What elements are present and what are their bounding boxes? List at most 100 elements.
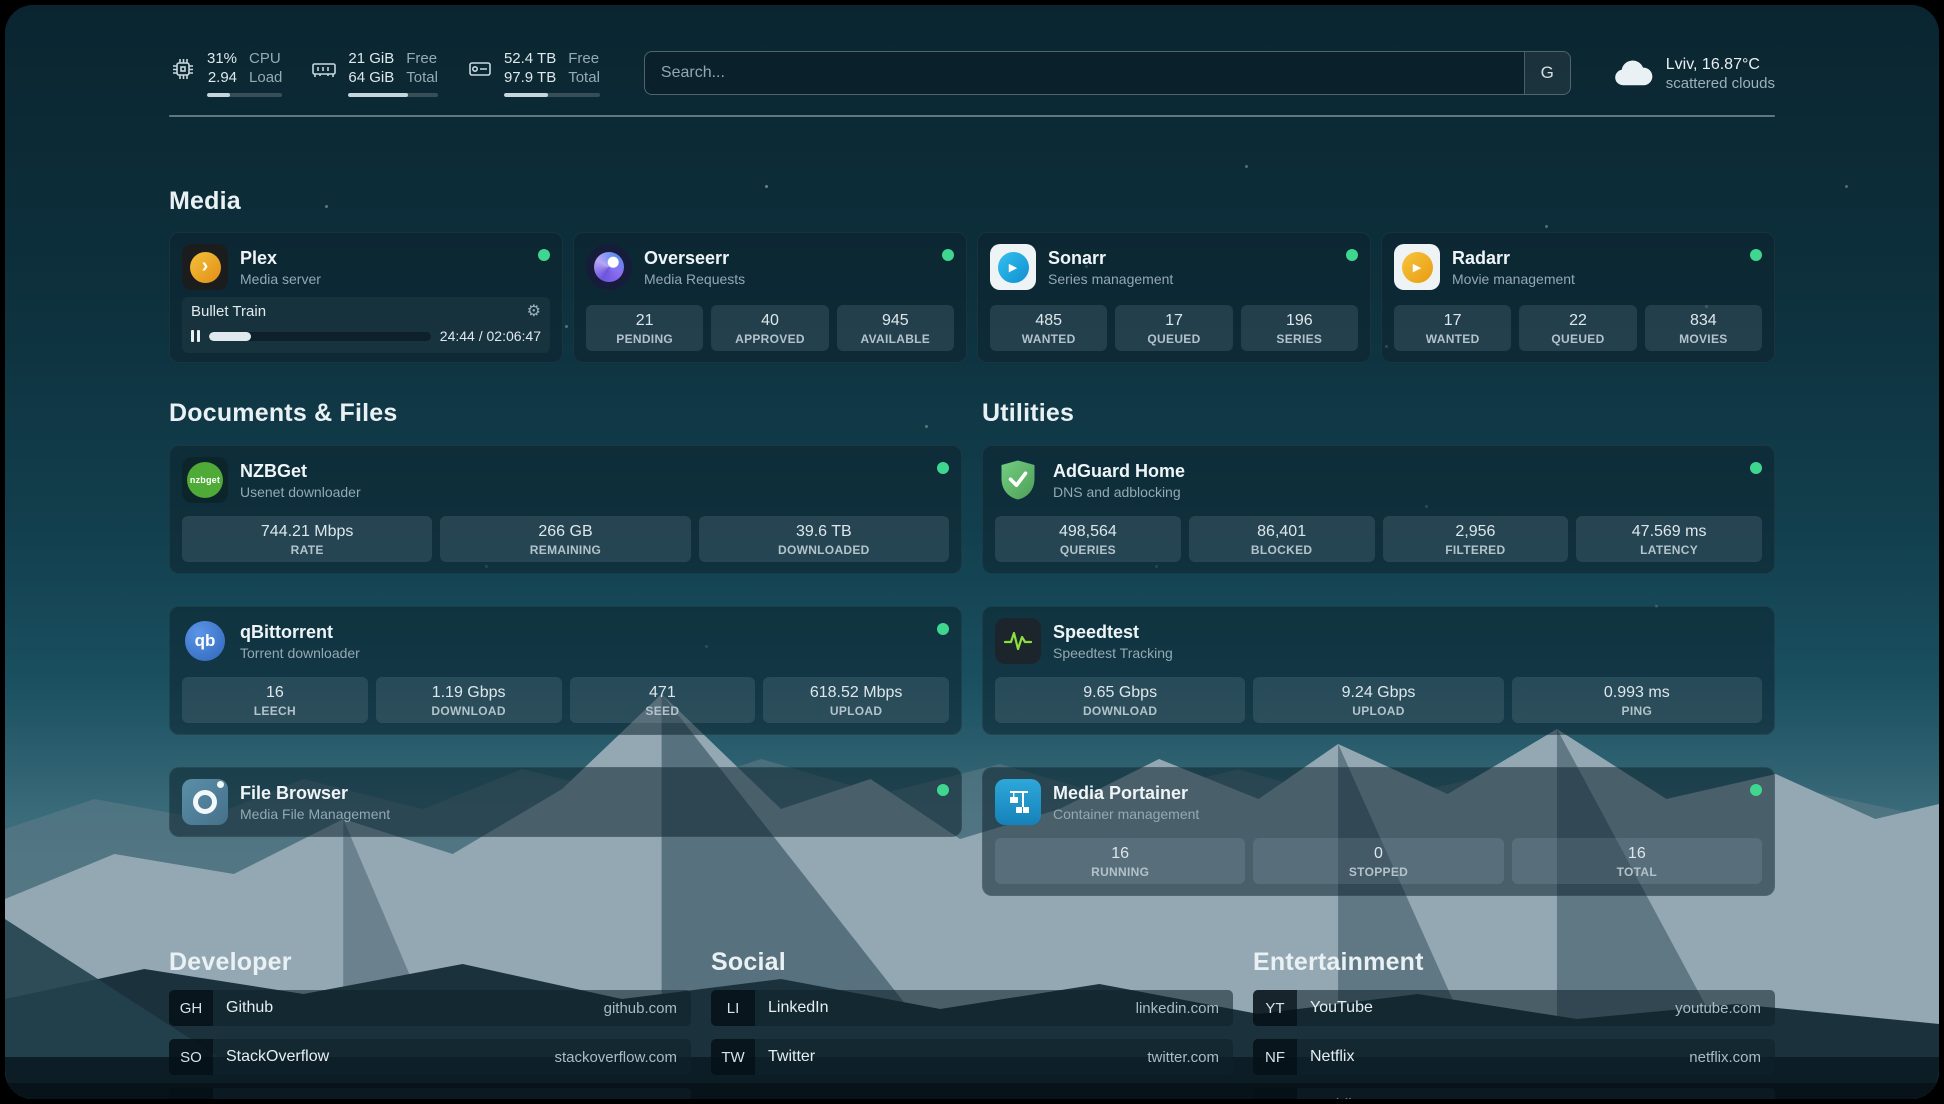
- gear-icon[interactable]: ⚙: [527, 301, 541, 321]
- bookmark-dev[interactable]: DT DEV dev.to: [169, 1088, 691, 1099]
- stat-value: 86,401: [1193, 522, 1371, 542]
- bookmark-abbr: YT: [1253, 990, 1297, 1026]
- service-header-qbittorrent[interactable]: qb qBittorrent Torrent downloader: [182, 618, 949, 664]
- service-card-radarr[interactable]: ▶ Radarr Movie management 17 WANTED: [1381, 232, 1775, 363]
- service-card-speedtest[interactable]: Speedtest Speedtest Tracking 9.65 Gbps D…: [982, 606, 1775, 735]
- stat-value: 744.21 Mbps: [186, 522, 428, 542]
- stat-label: WANTED: [1398, 332, 1507, 346]
- now-playing-title: Bullet Train: [191, 303, 266, 320]
- stat-value: 266 GB: [444, 522, 686, 542]
- stat-label: LEECH: [186, 704, 364, 718]
- service-name: NZBGet: [240, 460, 361, 482]
- service-stats: 485 WANTED 17 QUEUED 196 SERIES: [990, 305, 1358, 351]
- service-card-sonarr[interactable]: ▶ Sonarr Series management 485 WANTED: [977, 232, 1371, 363]
- section-utilities: Utilities: [982, 399, 1775, 896]
- stat-label: LATENCY: [1580, 543, 1758, 557]
- stat-label: DOWNLOAD: [999, 704, 1241, 718]
- portainer-crane-icon: [995, 779, 1041, 825]
- stat-seed: 471 SEED: [570, 677, 756, 723]
- service-header-filebrowser[interactable]: File Browser Media File Management: [182, 779, 949, 825]
- service-stats: 16 RUNNING 0 STOPPED 16 TOTAL: [995, 838, 1762, 884]
- cpu-icon: [169, 55, 197, 83]
- stat-queries: 498,564 QUERIES: [995, 516, 1181, 562]
- status-dot: [1750, 784, 1762, 796]
- service-stats: 17 WANTED 22 QUEUED 834 MOVIES: [1394, 305, 1762, 351]
- service-description: DNS and adblocking: [1053, 484, 1185, 500]
- bookmark-url: youtube.com: [1675, 1000, 1761, 1017]
- bookmark-twitter[interactable]: TW Twitter twitter.com: [711, 1039, 1233, 1075]
- stat-leech: 16 LEECH: [182, 677, 368, 723]
- service-header-speedtest[interactable]: Speedtest Speedtest Tracking: [995, 618, 1762, 664]
- overseerr-icon: [586, 244, 632, 290]
- service-card-qbittorrent[interactable]: qb qBittorrent Torrent downloader 16 LEE…: [169, 606, 962, 735]
- cpu-label: CPU: [249, 49, 282, 68]
- service-header-overseerr[interactable]: Overseerr Media Requests: [586, 244, 954, 290]
- stat-series: 196 SERIES: [1241, 305, 1358, 351]
- service-header-portainer[interactable]: Media Portainer Container management: [995, 779, 1762, 825]
- bookmark-url: linkedin.com: [1136, 1000, 1219, 1017]
- service-header-radarr[interactable]: ▶ Radarr Movie management: [1394, 244, 1762, 290]
- topbar-divider: [169, 115, 1775, 117]
- cpu-load-value: 2.94: [208, 68, 237, 87]
- service-card-portainer[interactable]: Media Portainer Container management 16 …: [982, 767, 1775, 896]
- memory-widget: 21 GiB 64 GiB Free Total: [310, 49, 438, 97]
- section-title-social: Social: [711, 948, 1233, 977]
- service-name: Radarr: [1452, 247, 1575, 269]
- playback-progress-track[interactable]: [209, 332, 431, 341]
- bookmark-youtube[interactable]: YT YouTube youtube.com: [1253, 990, 1775, 1026]
- cpu-widget: 31% 2.94 CPU Load: [169, 49, 282, 97]
- disk-progress-bar: [504, 93, 600, 97]
- stat-value: 39.6 TB: [703, 522, 945, 542]
- search-provider-button[interactable]: G: [1524, 52, 1570, 94]
- stat-value: 9.65 Gbps: [999, 683, 1241, 703]
- stat-label: UPLOAD: [1257, 704, 1499, 718]
- stat-ping: 0.993 ms PING: [1512, 677, 1762, 723]
- memory-icon: [310, 55, 338, 83]
- service-description: Usenet downloader: [240, 484, 361, 500]
- stat-download: 9.65 Gbps DOWNLOAD: [995, 677, 1245, 723]
- section-title-documents: Documents & Files: [169, 399, 962, 428]
- stat-remaining: 266 GB REMAINING: [440, 516, 690, 562]
- disk-icon: [466, 55, 494, 83]
- stat-label: PING: [1516, 704, 1758, 718]
- bookmark-stackoverflow[interactable]: SO StackOverflow stackoverflow.com: [169, 1039, 691, 1075]
- service-header-sonarr[interactable]: ▶ Sonarr Series management: [990, 244, 1358, 290]
- plex-chevron-glyph: ›: [190, 252, 221, 283]
- bookmark-group-developer: Developer GH Github github.com SO StackO…: [169, 948, 691, 1099]
- pause-icon[interactable]: [191, 330, 200, 342]
- service-card-overseerr[interactable]: Overseerr Media Requests 21 PENDING 40 A…: [573, 232, 967, 363]
- service-name: Overseerr: [644, 247, 745, 269]
- stat-upload: 9.24 Gbps UPLOAD: [1253, 677, 1503, 723]
- bookmark-url: github.com: [604, 1000, 677, 1017]
- stat-label: QUEUED: [1119, 332, 1228, 346]
- service-header-plex[interactable]: › Plex Media server: [182, 244, 550, 290]
- bookmark-github[interactable]: GH Github github.com: [169, 990, 691, 1026]
- stat-label: DOWNLOAD: [380, 704, 558, 718]
- disk-total-value: 97.9 TB: [504, 68, 556, 87]
- service-card-nzbget[interactable]: nzbget NZBGet Usenet downloader 744.21 M…: [169, 445, 962, 574]
- bookmark-netflix[interactable]: NF Netflix netflix.com: [1253, 1039, 1775, 1075]
- stat-filtered: 2,956 FILTERED: [1383, 516, 1569, 562]
- stat-value: 834: [1649, 311, 1758, 331]
- stat-label: BLOCKED: [1193, 543, 1371, 557]
- service-card-filebrowser[interactable]: File Browser Media File Management: [169, 767, 962, 837]
- speedtest-icon: [995, 618, 1041, 664]
- radarr-play-glyph: ▶: [1402, 252, 1433, 283]
- stat-label: APPROVED: [715, 332, 824, 346]
- bookmark-linkedin[interactable]: LI LinkedIn linkedin.com: [711, 990, 1233, 1026]
- service-header-nzbget[interactable]: nzbget NZBGet Usenet downloader: [182, 457, 949, 503]
- service-card-adguard[interactable]: AdGuard Home DNS and adblocking 498,564 …: [982, 445, 1775, 574]
- bookmark-name: Reddit: [1310, 1097, 1356, 1099]
- cpu-readout: 31% 2.94 CPU Load: [207, 49, 282, 97]
- stat-value: 21: [590, 311, 699, 331]
- stat-value: 0.993 ms: [1516, 683, 1758, 703]
- bookmark-url: reddit.com: [1691, 1098, 1761, 1100]
- bookmark-reddit[interactable]: RE Reddit reddit.com: [1253, 1088, 1775, 1099]
- service-card-plex[interactable]: › Plex Media server Bullet Train ⚙: [169, 232, 563, 363]
- service-description: Media server: [240, 271, 321, 287]
- stat-latency: 47.569 ms LATENCY: [1576, 516, 1762, 562]
- search-input[interactable]: [645, 52, 1524, 94]
- service-header-adguard[interactable]: AdGuard Home DNS and adblocking: [995, 457, 1762, 503]
- bookmark-group-entertainment: Entertainment YT YouTube youtube.com NF …: [1253, 948, 1775, 1099]
- service-name: Plex: [240, 247, 321, 269]
